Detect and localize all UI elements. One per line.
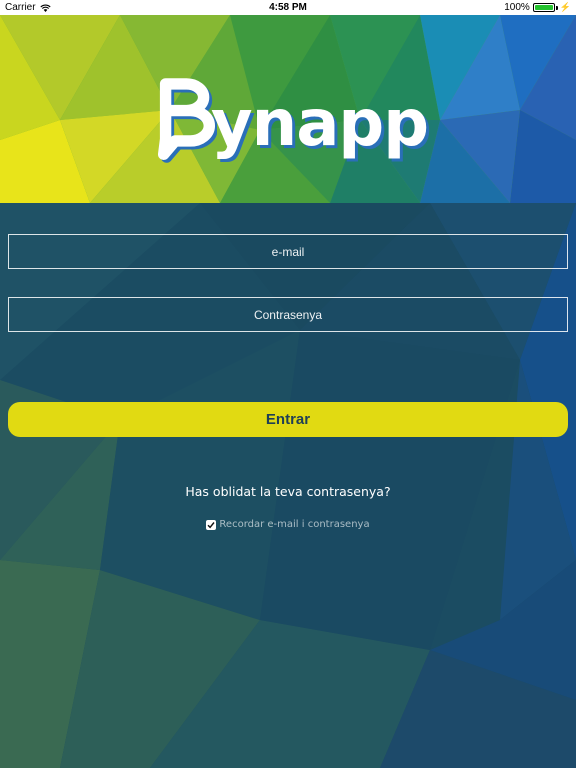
battery-icon [532, 3, 555, 12]
forgot-password-link[interactable]: Has oblidat la teva contrasenya? [0, 484, 576, 499]
checkmark-icon [207, 521, 215, 528]
password-field[interactable] [8, 297, 568, 332]
status-bar: Carrier 4:58 PM 100% ⚡ [0, 0, 576, 15]
battery-level [534, 5, 553, 10]
battery-indicator: 100% ⚡ [504, 2, 571, 13]
remember-checkbox[interactable] [206, 519, 217, 530]
charging-icon: ⚡ [559, 2, 571, 12]
login-button[interactable]: Entrar [8, 402, 568, 437]
clock: 4:58 PM [269, 2, 307, 13]
logo-wordmark: ynapp [210, 87, 429, 161]
remember-me-row: Recordar e-mail i contrasenya [0, 519, 576, 530]
app-logo: ynapp [158, 75, 429, 167]
header-banner: ynapp [0, 15, 576, 203]
email-field[interactable] [8, 234, 568, 269]
logo-speech-bubble-icon [158, 78, 217, 163]
login-form: Entrar Has oblidat la teva contrasenya? … [0, 203, 576, 768]
remember-label: Recordar e-mail i contrasenya [219, 519, 370, 530]
battery-percent: 100% [504, 2, 530, 13]
battery-tip [555, 5, 558, 10]
